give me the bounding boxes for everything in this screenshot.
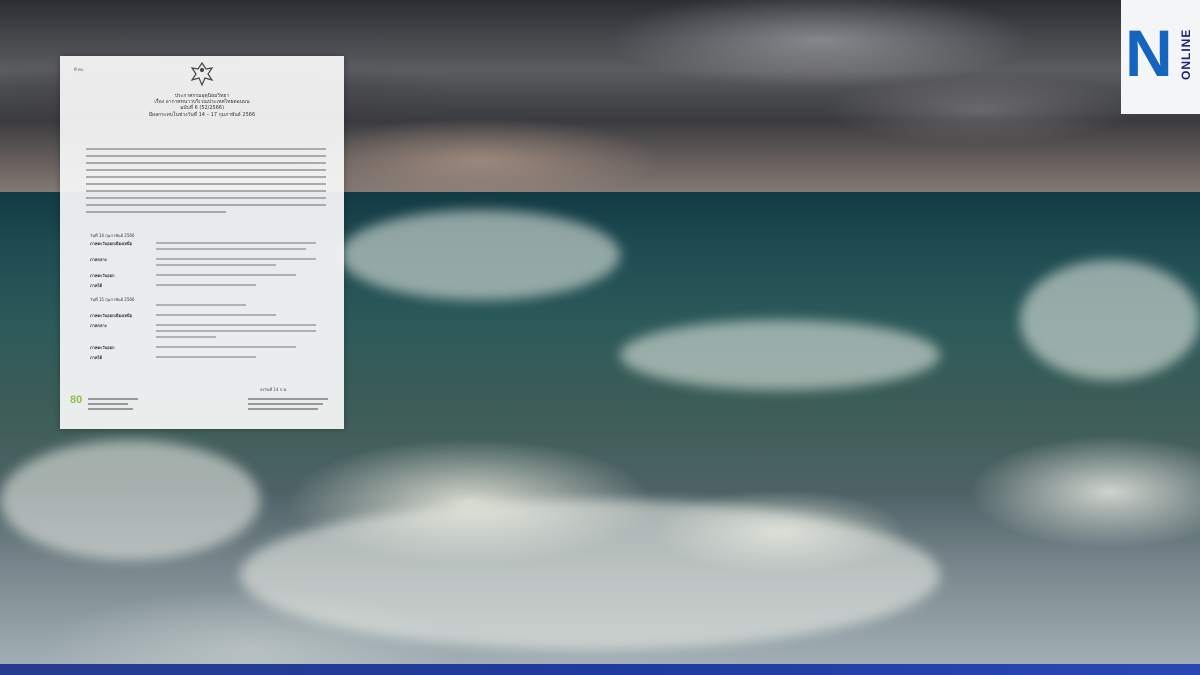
anniversary-logo: 80 — [70, 394, 83, 406]
body-line — [86, 211, 226, 213]
wave-foam — [240, 500, 940, 650]
wave-foam — [340, 210, 620, 300]
region-text — [156, 356, 256, 358]
region-text — [156, 284, 256, 286]
announcement-document: ที่ ทบ. ประกาศกรมอุตุนิยมวิทยา เรื่อง อา… — [60, 56, 344, 429]
body-line — [86, 155, 326, 157]
forecast-date: วันที่ 14 กุมภาพันธ์ 2566 — [90, 233, 135, 238]
region-label: ภาคใต้ — [90, 283, 103, 288]
body-line — [86, 176, 326, 178]
document-effective-period: มีผลกระทบในช่วงวันที่ 14 – 17 กุมภาพันธ์… — [148, 112, 256, 118]
region-text — [156, 346, 296, 348]
region-label: ภาคใต้ — [90, 355, 103, 360]
region-text — [156, 314, 276, 316]
region-text — [156, 264, 276, 266]
footer-right — [248, 398, 328, 413]
logo-word: ONLINE — [1179, 28, 1193, 80]
region-text — [156, 274, 296, 276]
region-label: ภาคตะวันออก — [90, 273, 115, 278]
body-line — [86, 183, 326, 185]
region-text — [156, 336, 216, 338]
body-line — [86, 204, 326, 206]
document-reference: ที่ ทบ. — [74, 67, 85, 72]
region-label: ภาคกลาง — [90, 323, 107, 328]
region-label: ภาคตะวันออก — [90, 345, 115, 350]
region-label: ภาคตะวันออกเฉียงเหนือ — [90, 313, 133, 318]
garuda-emblem-icon — [190, 61, 214, 87]
region-label: ภาคตะวันออกเฉียงเหนือ — [90, 241, 133, 246]
footer-left — [88, 398, 148, 412]
body-line — [86, 169, 326, 171]
region-label: ภาคกลาง — [90, 257, 107, 262]
body-line — [86, 162, 326, 164]
body-line — [86, 197, 326, 199]
region-text — [156, 242, 316, 244]
region-text — [156, 330, 316, 332]
region-text — [156, 258, 316, 260]
logo-letter: N — [1125, 16, 1173, 90]
region-text — [156, 324, 316, 326]
wave-foam — [620, 320, 940, 390]
body-line — [86, 190, 326, 192]
bottom-brand-bar — [0, 664, 1200, 675]
region-text — [156, 304, 246, 306]
n-online-logo: N ONLINE — [1121, 0, 1200, 114]
document-signature-date: ลงวันที่ 14 ก.พ. — [260, 387, 288, 392]
wave-foam — [0, 440, 260, 560]
body-line — [86, 148, 326, 150]
region-text — [156, 248, 306, 250]
wave-foam — [1020, 260, 1200, 380]
forecast-date: วันที่ 15 กุมภาพันธ์ 2566 — [90, 297, 135, 302]
